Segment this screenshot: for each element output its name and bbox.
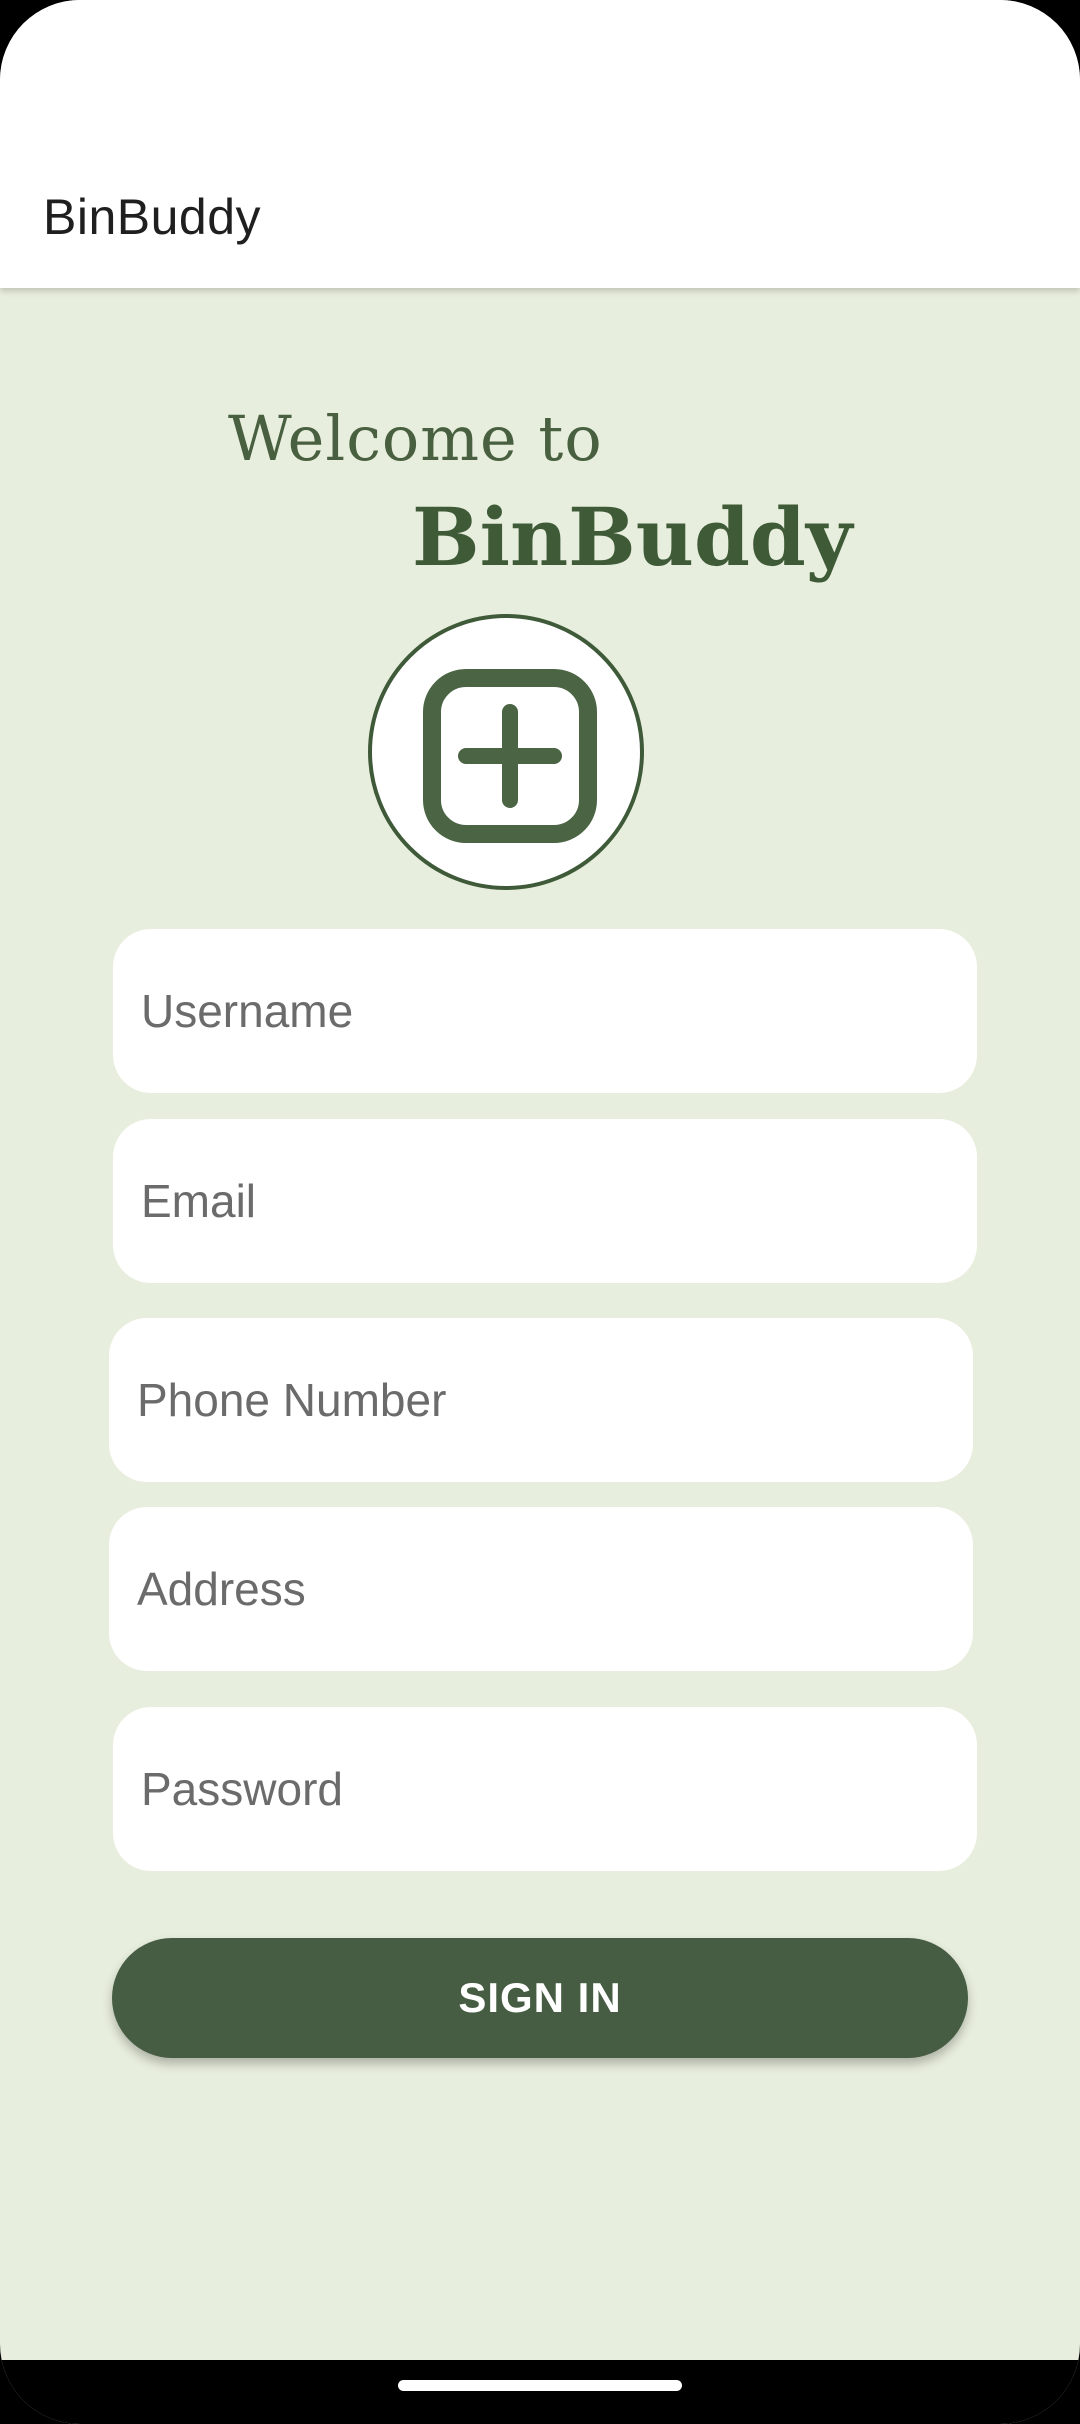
brand-title: BinBuddy <box>412 490 853 584</box>
sign-in-button[interactable]: SIGN IN <box>112 1938 968 2058</box>
system-navigation-bar <box>0 2360 1080 2424</box>
username-input[interactable] <box>139 928 977 1094</box>
password-field[interactable] <box>113 1706 977 1872</box>
app-bar: BinBuddy <box>0 0 1080 288</box>
phone-field[interactable] <box>109 1317 973 1483</box>
app-logo <box>368 614 644 890</box>
address-field[interactable] <box>109 1506 973 1672</box>
home-indicator[interactable] <box>398 2380 682 2391</box>
plus-square-icon <box>423 669 597 843</box>
email-input[interactable] <box>139 1118 977 1284</box>
username-field[interactable] <box>113 928 977 1094</box>
email-field[interactable] <box>113 1118 977 1284</box>
phone-input[interactable] <box>135 1317 973 1483</box>
password-input[interactable] <box>139 1706 977 1872</box>
address-input[interactable] <box>135 1506 973 1672</box>
app-screen: BinBuddy Welcome to BinBuddy SIGN IN <box>0 0 1080 2424</box>
app-bar-title: BinBuddy <box>43 189 262 245</box>
welcome-text: Welcome to <box>228 402 603 475</box>
